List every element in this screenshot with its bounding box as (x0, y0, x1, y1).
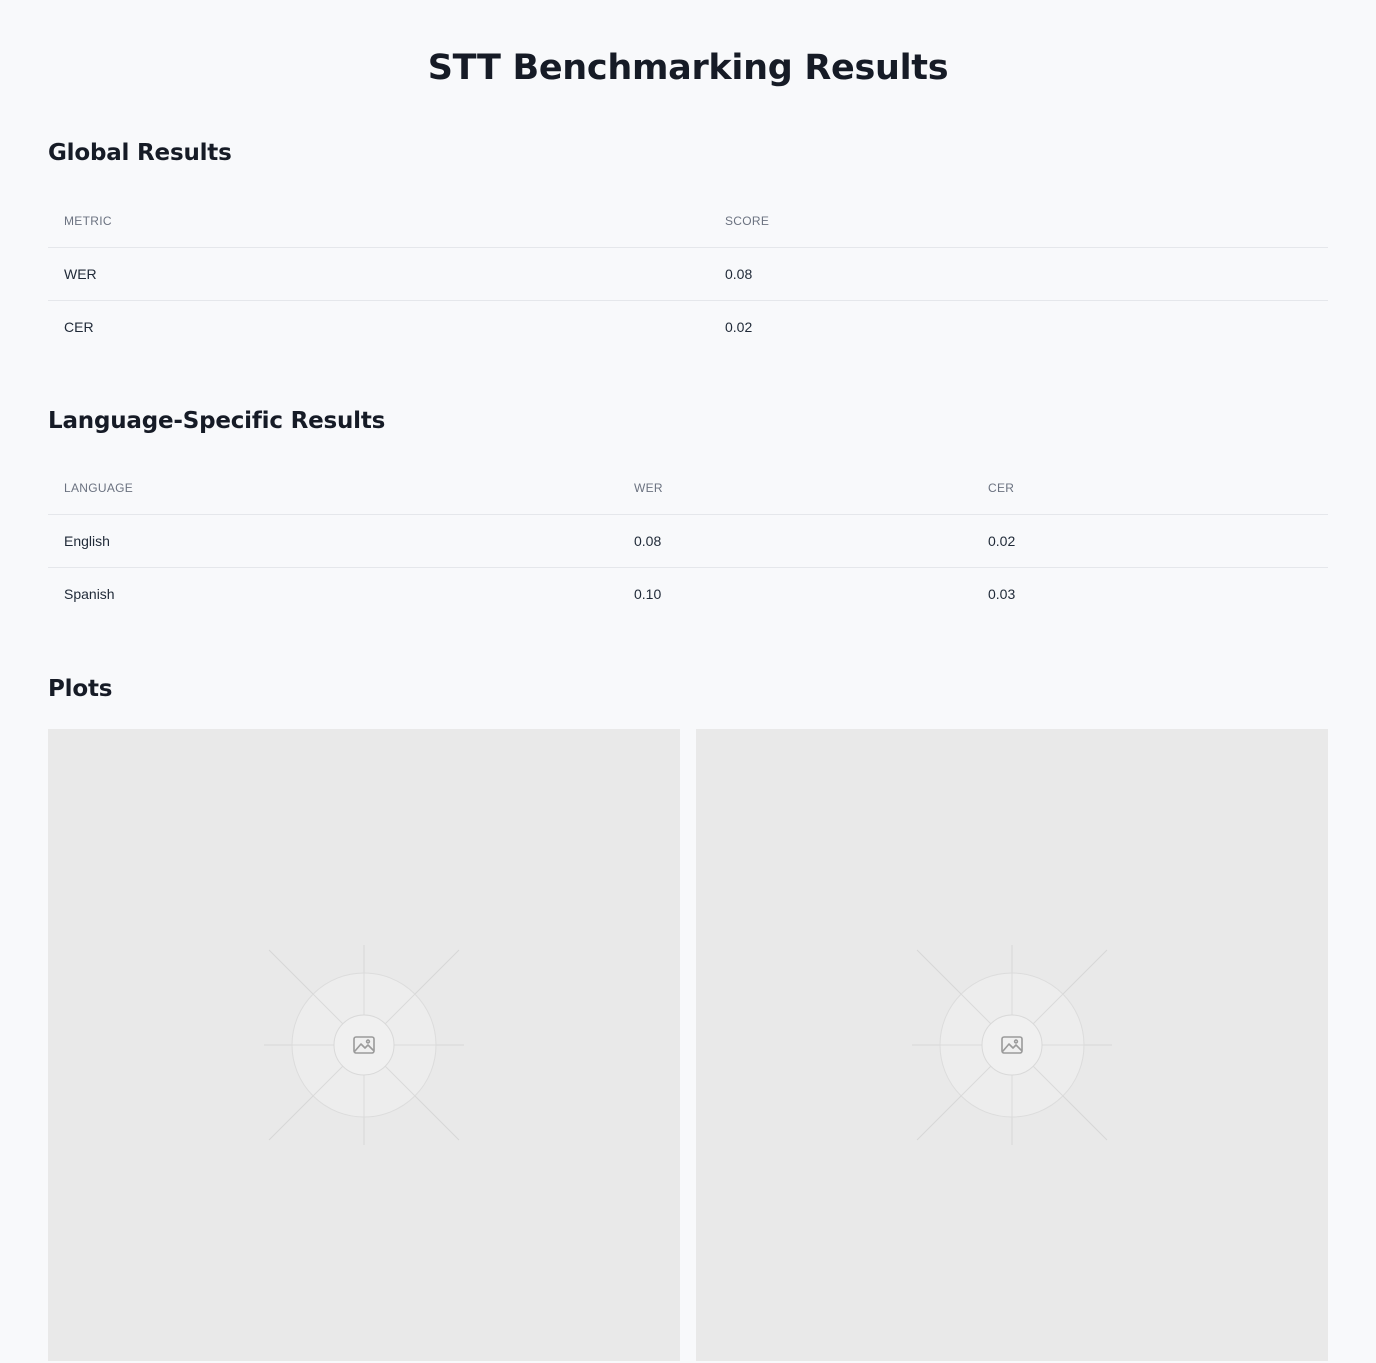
table-row: Spanish 0.10 0.03 (48, 566, 1328, 620)
table-row: English 0.08 0.02 (48, 514, 1328, 567)
table-header-row: Language WER CER (48, 462, 1328, 515)
table-header-row: Metric Score (48, 195, 1328, 248)
wer-cell: 0.08 (634, 532, 662, 549)
image-placeholder-icon (264, 945, 464, 1145)
score-cell: 0.02 (709, 299, 1328, 353)
table-row: CER 0.02 (48, 299, 1328, 353)
plot-image-placeholder (696, 729, 1328, 1361)
image-placeholder-icon (912, 945, 1112, 1145)
metric-cell: WER (64, 265, 97, 282)
cer-cell: 0.02 (988, 532, 1016, 549)
language-results-table: Language WER CER English 0.08 0.02 Spani… (48, 462, 1328, 620)
plot-image-placeholder (48, 729, 680, 1361)
column-header-score: Score (709, 195, 1328, 248)
wer-cell: 0.10 (618, 566, 972, 620)
page: STT Benchmarking Results Global Results … (0, 0, 1376, 1361)
column-header-metric: Metric (48, 195, 709, 248)
global-results-title: Global Results (48, 140, 232, 166)
global-results-table: Metric Score WER 0.08 CER 0.02 (48, 195, 1328, 353)
page-title: STT Benchmarking Results (427, 48, 949, 88)
column-header-language: Language (48, 462, 618, 515)
plots-grid (48, 729, 1328, 1361)
language-cell: English (64, 532, 110, 549)
table-row: WER 0.08 (48, 247, 1328, 300)
language-cell: Spanish (48, 566, 618, 620)
column-header-wer: WER (618, 462, 972, 515)
cer-cell: 0.03 (972, 566, 1328, 620)
language-results-title: Language-Specific Results (48, 408, 386, 434)
plots-title: Plots (48, 676, 113, 702)
metric-cell: CER (48, 299, 709, 353)
column-header-cer: CER (972, 462, 1328, 515)
score-cell: 0.08 (725, 265, 753, 282)
